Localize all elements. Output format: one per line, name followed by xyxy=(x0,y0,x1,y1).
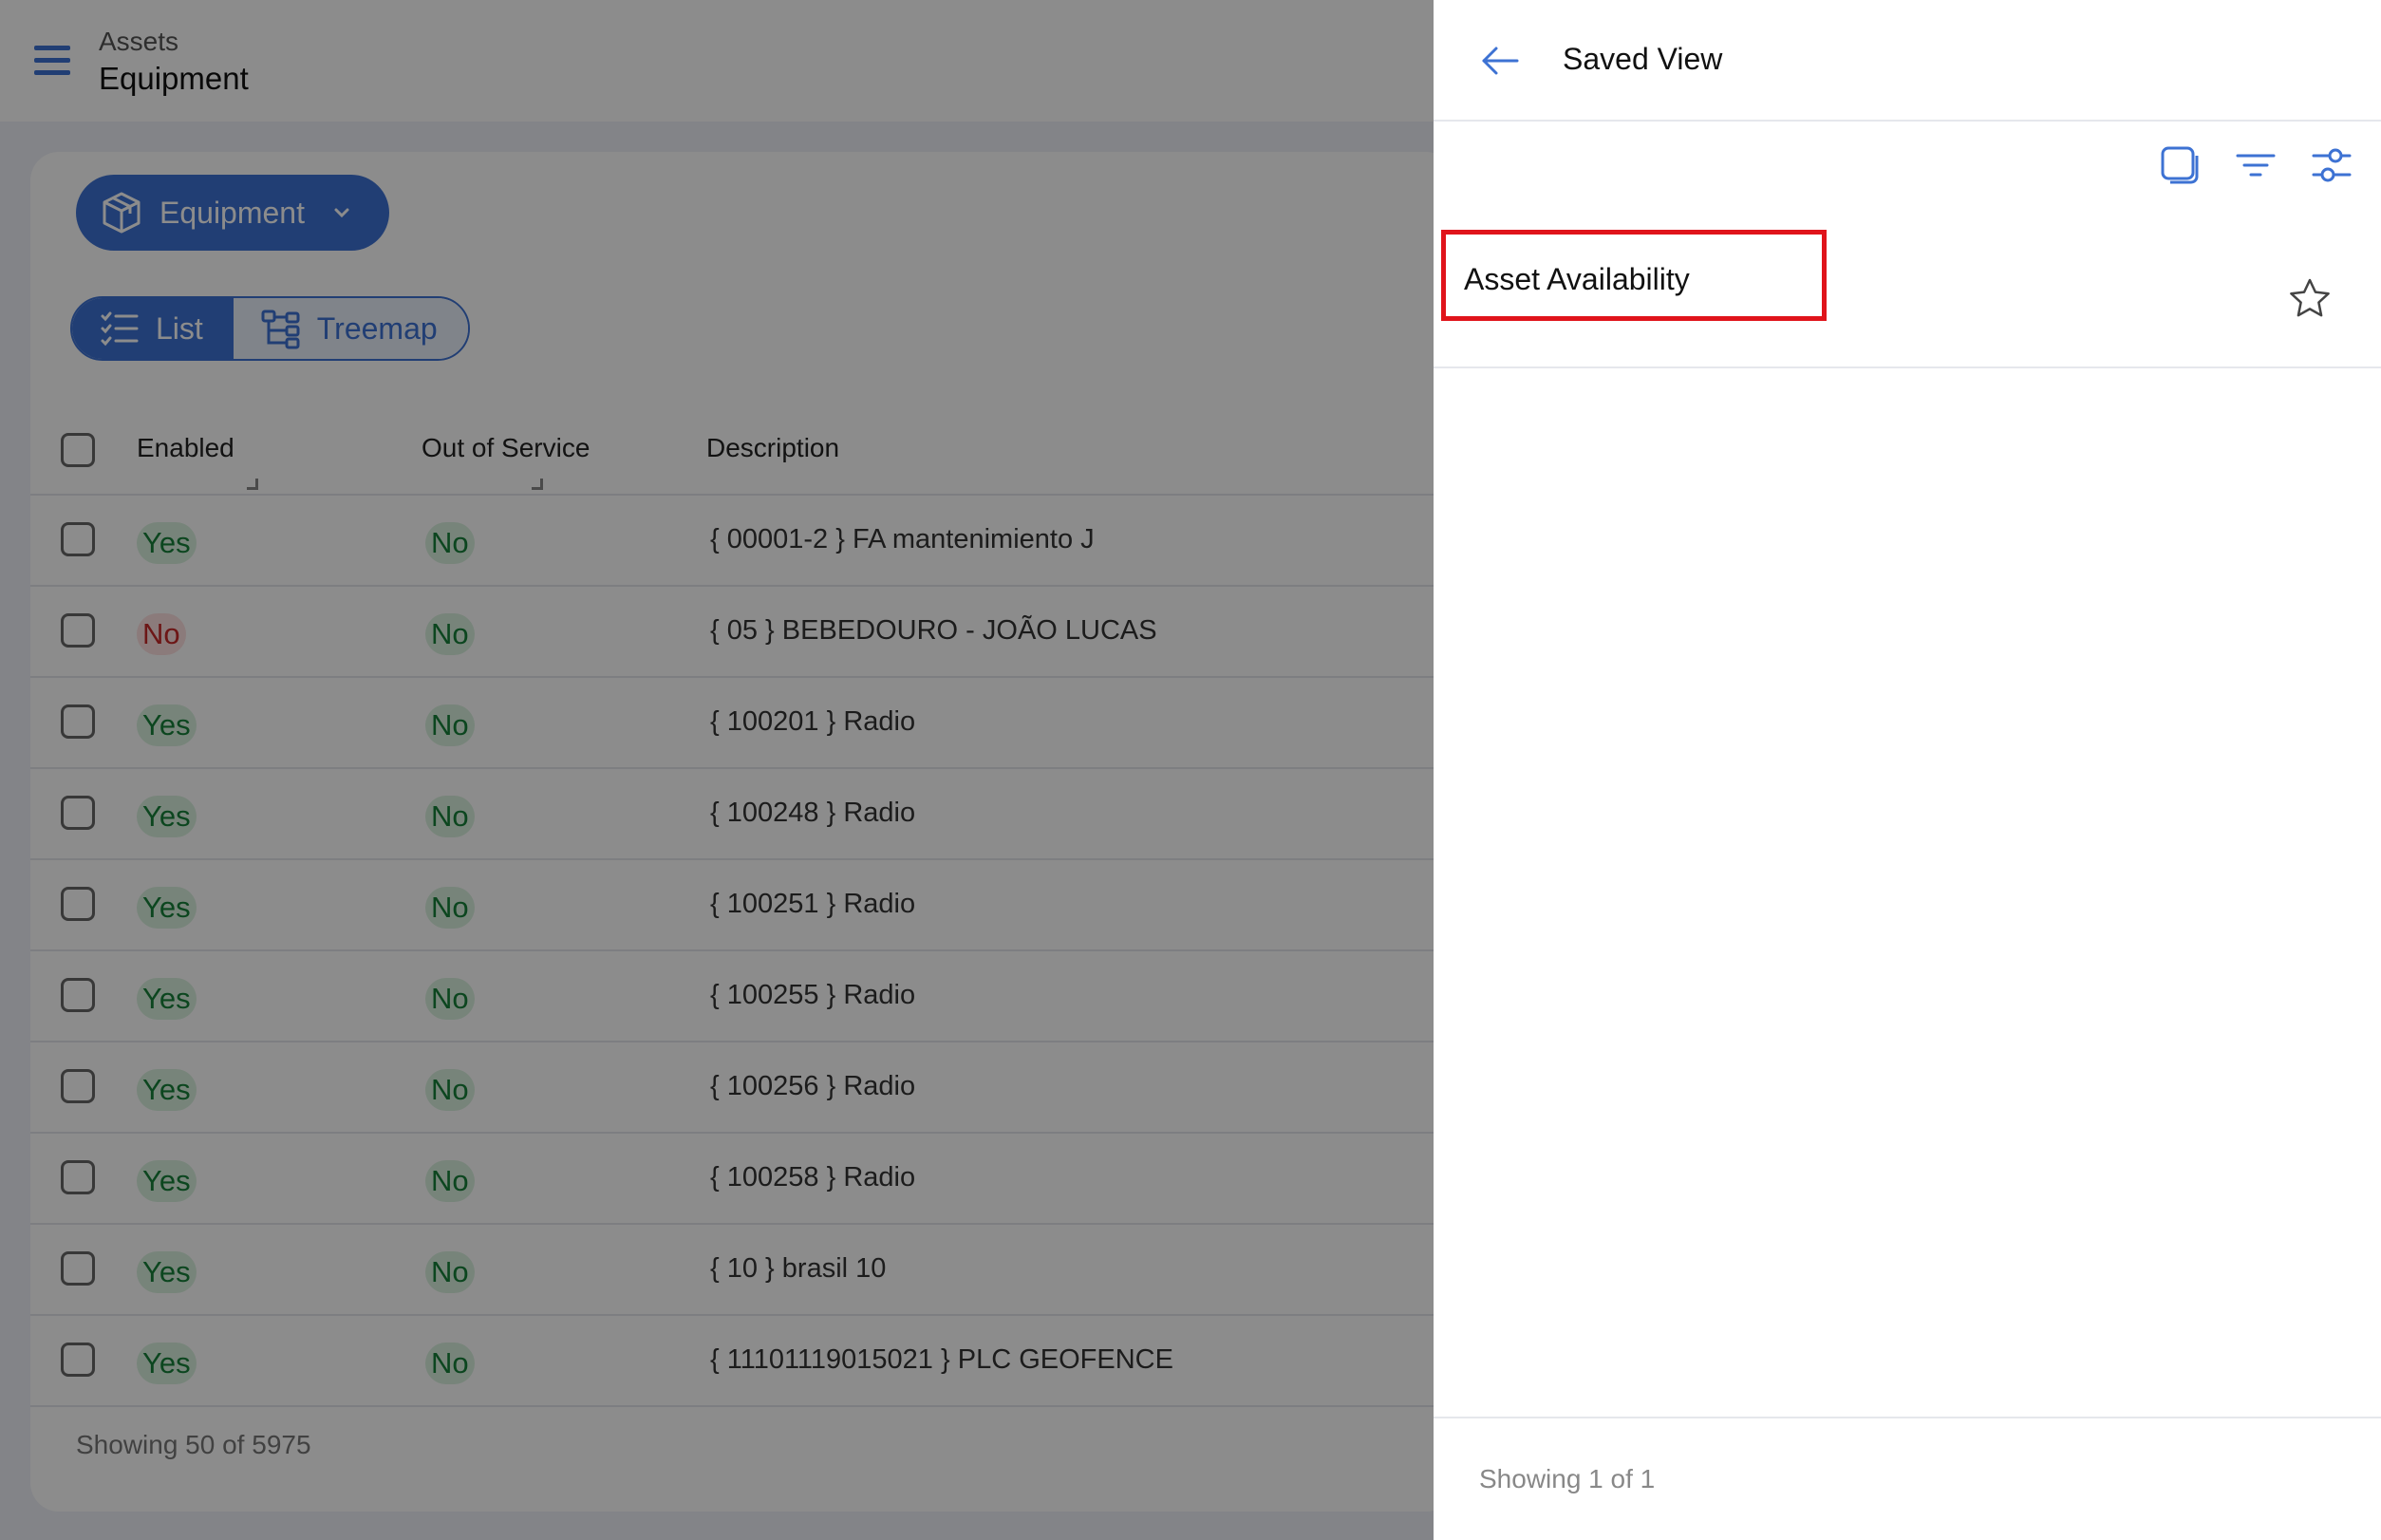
panel-title: Saved View xyxy=(1563,42,1723,76)
saved-view-item[interactable]: Asset Availability xyxy=(1434,224,2381,368)
sliders-icon[interactable] xyxy=(2311,144,2353,186)
saved-view-name[interactable]: Asset Availability xyxy=(1464,262,1690,297)
filter-icon[interactable] xyxy=(2235,144,2277,186)
saved-view-panel: Saved View Asset Availability Showing 1 … xyxy=(1434,0,2381,1540)
star-icon[interactable] xyxy=(2288,277,2332,321)
equipment-page: Assets Equipment Equipment List Treemap … xyxy=(0,0,1454,1540)
back-arrow-icon[interactable] xyxy=(1479,40,1521,82)
panel-footer: Showing 1 of 1 xyxy=(1434,1417,2381,1540)
copy-icon[interactable] xyxy=(2159,144,2201,186)
panel-header: Saved View xyxy=(1434,0,2381,122)
panel-pagination-info: Showing 1 of 1 xyxy=(1479,1464,1656,1493)
modal-backdrop[interactable] xyxy=(0,0,1434,1540)
